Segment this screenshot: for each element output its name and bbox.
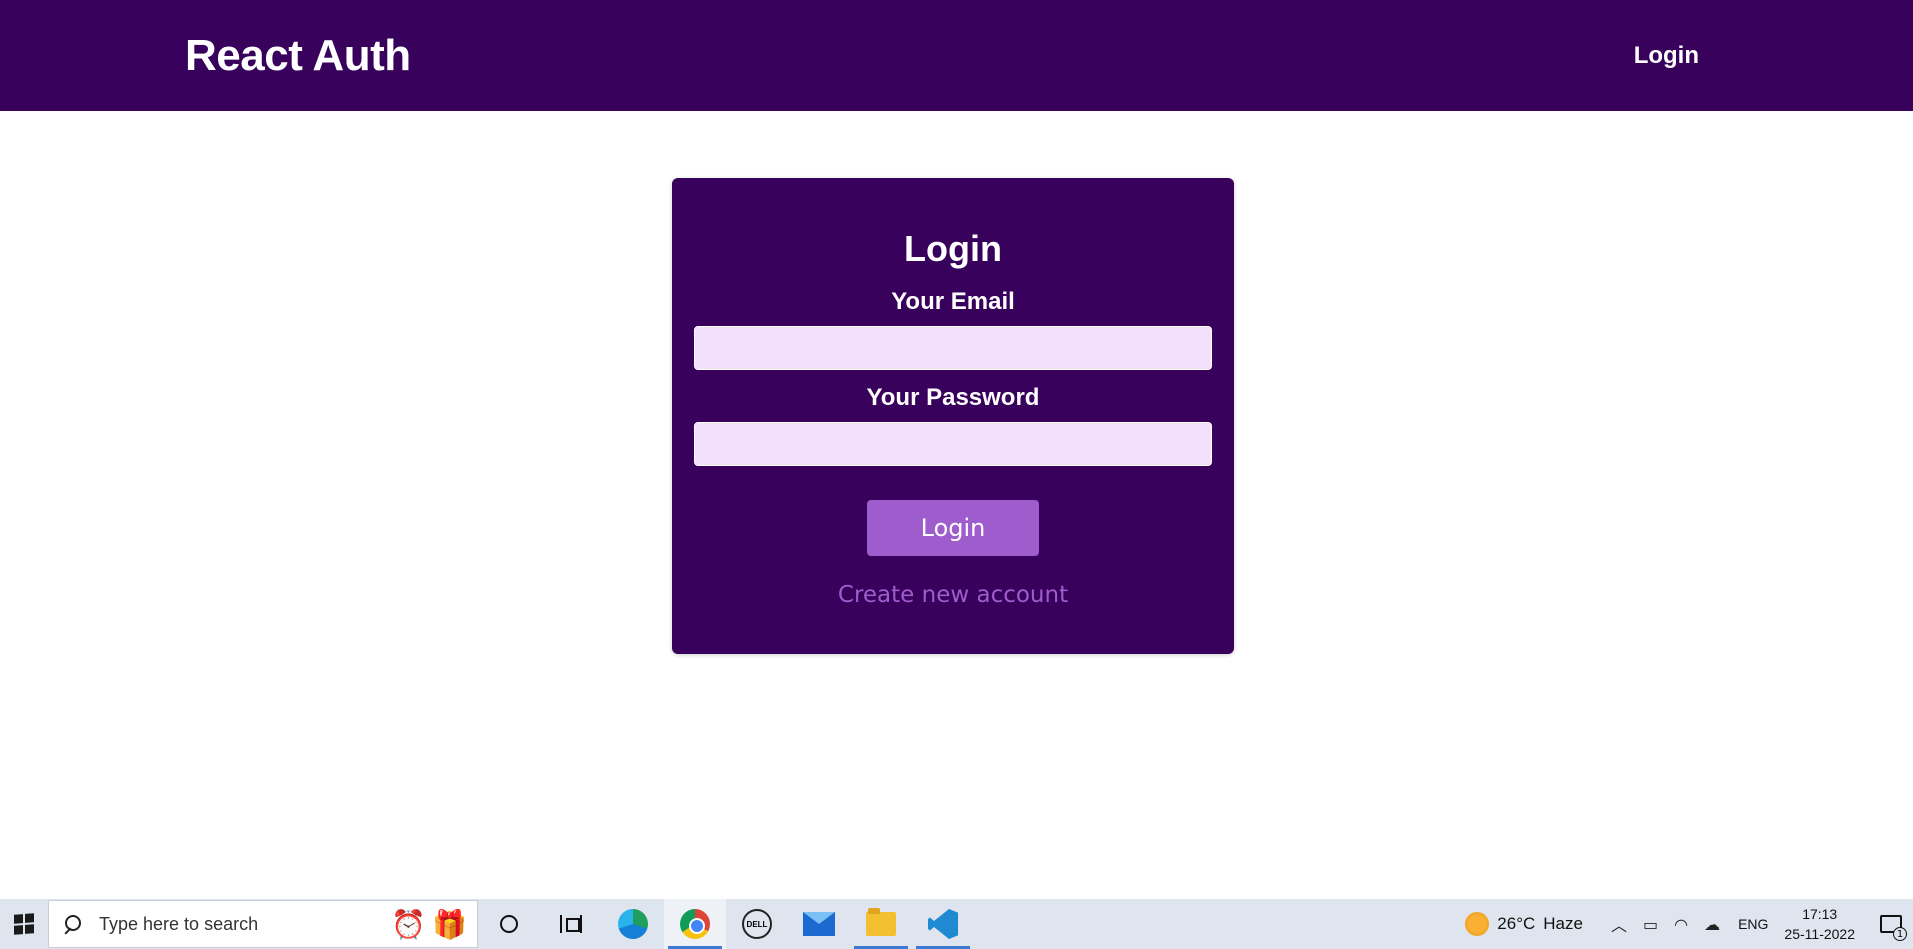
chrome-taskbar-button[interactable] bbox=[664, 899, 726, 949]
dell-taskbar-button[interactable]: DELL bbox=[726, 899, 788, 949]
auth-title: Login bbox=[904, 228, 1002, 269]
chevron-up-icon[interactable]: ︿ bbox=[1611, 912, 1627, 936]
language-indicator[interactable]: ENG bbox=[1738, 916, 1768, 932]
password-field[interactable] bbox=[694, 422, 1212, 466]
mail-taskbar-button[interactable] bbox=[788, 899, 850, 949]
main-nav: Login bbox=[1634, 42, 1699, 70]
task-view-icon bbox=[560, 915, 582, 933]
search-highlights[interactable]: ⏰ 🎁 bbox=[391, 908, 467, 941]
cortana-icon bbox=[500, 915, 518, 933]
clock-time: 17:13 bbox=[1802, 906, 1838, 922]
alarm-clock-icon: ⏰ bbox=[391, 907, 427, 941]
weather-condition: Haze bbox=[1543, 914, 1583, 933]
create-account-link[interactable]: Create new account bbox=[838, 582, 1068, 608]
wifi-icon[interactable]: ◠ bbox=[1674, 915, 1688, 934]
taskbar-search-box[interactable]: Type here to search ⏰ 🎁 bbox=[48, 900, 478, 948]
windows-taskbar: Type here to search ⏰ 🎁 DELL 26°C Haze ︿… bbox=[0, 899, 1913, 949]
app-logo[interactable]: React Auth bbox=[185, 31, 411, 81]
search-placeholder: Type here to search bbox=[99, 913, 259, 934]
password-label: Your Password bbox=[866, 384, 1040, 411]
notification-count-badge: 1 bbox=[1893, 927, 1907, 941]
edge-icon bbox=[618, 909, 648, 939]
cortana-button[interactable] bbox=[478, 899, 540, 949]
auth-card: Login Your Email Your Password Login Cre… bbox=[672, 178, 1234, 654]
onedrive-cloud-icon[interactable]: ☁ bbox=[1704, 915, 1720, 934]
gift-icon: 🎁 bbox=[432, 907, 467, 941]
weather-temperature: 26°C bbox=[1497, 914, 1536, 933]
system-clock[interactable]: 17:13 25-11-2022 bbox=[1784, 904, 1855, 944]
task-view-button[interactable] bbox=[540, 899, 602, 949]
nav-login-link[interactable]: Login bbox=[1634, 42, 1699, 69]
meet-now-icon[interactable]: ▭ bbox=[1643, 915, 1658, 934]
vscode-icon bbox=[928, 909, 958, 939]
edge-taskbar-button[interactable] bbox=[602, 899, 664, 949]
main-header: React Auth Login bbox=[0, 0, 1913, 111]
windows-icon bbox=[14, 913, 34, 935]
file-explorer-taskbar-button[interactable] bbox=[850, 899, 912, 949]
vscode-taskbar-button[interactable] bbox=[912, 899, 974, 949]
clock-date: 25-11-2022 bbox=[1784, 926, 1855, 942]
chrome-icon bbox=[680, 909, 710, 939]
start-button[interactable] bbox=[0, 899, 48, 949]
haze-sun-icon bbox=[1465, 912, 1490, 936]
mail-icon bbox=[803, 912, 835, 936]
weather-widget[interactable]: 26°C Haze bbox=[1465, 912, 1583, 936]
dell-icon: DELL bbox=[742, 909, 772, 939]
email-field[interactable] bbox=[694, 326, 1212, 370]
email-label: Your Email bbox=[891, 288, 1015, 315]
login-submit-button[interactable]: Login bbox=[867, 500, 1039, 556]
system-tray: 26°C Haze ︿ ▭ ◠ ☁ ENG 17:13 25-11-2022 1 bbox=[1465, 899, 1913, 949]
notification-center-button[interactable]: 1 bbox=[1869, 899, 1913, 949]
search-icon bbox=[63, 915, 81, 933]
file-explorer-icon bbox=[866, 908, 896, 936]
